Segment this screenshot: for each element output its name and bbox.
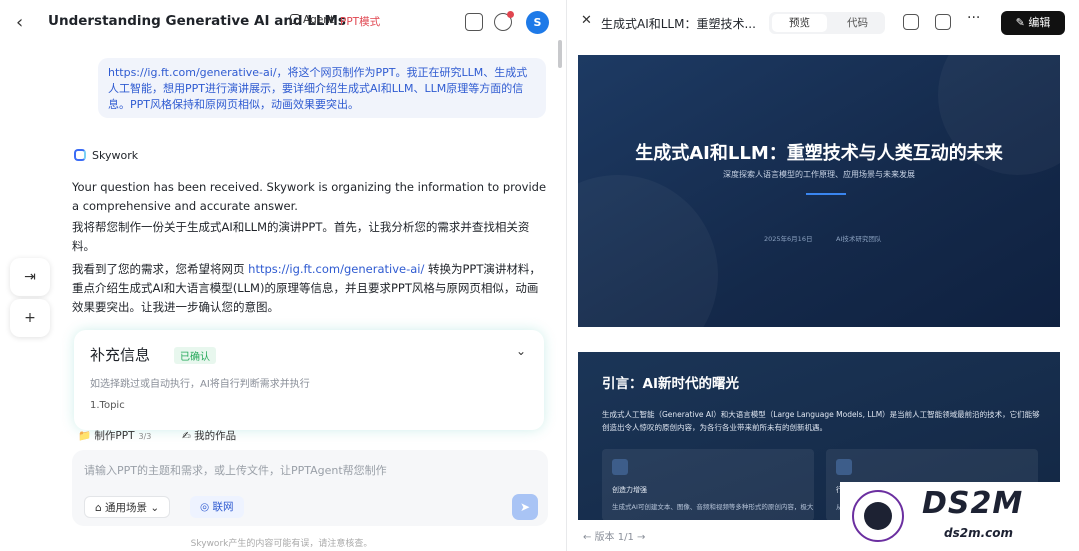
- topic-label: 1.Topic: [90, 400, 125, 411]
- sidebar-toggle-icon[interactable]: ⇥: [10, 258, 50, 296]
- scrollbar[interactable]: [558, 40, 562, 68]
- make-ppt-chip[interactable]: 📁 制作PPT 3/3: [72, 426, 157, 445]
- supplement-card: 补充信息 已确认 ⌄ 如选择跳过或自动执行，AI将自行判断需求并执行 1.Top…: [74, 330, 544, 430]
- make-ppt-count: 3/3: [138, 432, 152, 441]
- slide1-org: AI技术研究团队: [836, 235, 882, 243]
- ppt-mode-badge: PPT模式: [340, 16, 381, 28]
- close-icon[interactable]: ✕: [581, 13, 592, 28]
- decor-circle: [578, 175, 718, 327]
- preview-title: 生成式AI和LLM：重塑技术...: [601, 17, 756, 31]
- version-pager: ← 版本 1/1 →: [583, 532, 646, 543]
- prompt-input[interactable]: 请输入PPT的主题和需求，或上传文件，让PPTAgent帮您制作: [84, 462, 387, 478]
- scene-dropdown[interactable]: ⌂ 通用场景 ⌄: [84, 496, 171, 518]
- disclaimer: Skywork产生的内容可能有误，请注意核查。: [190, 539, 373, 549]
- slide2-title: 引言：AI新时代的曙光: [602, 376, 739, 392]
- slide-1[interactable]: 生成式AI和LLM：重塑技术与人类互动的未来 深度探索人语言模型的工作原理、应用…: [578, 55, 1060, 327]
- assistant-header: Skywork: [74, 149, 138, 162]
- web-search-toggle[interactable]: ◎ 联网: [190, 496, 244, 518]
- para3-text-pre: 我看到了您的需求，您希望将网页: [72, 262, 249, 276]
- card-desc: 生成式AI可创建文本、图像、音频和视频等多种形式的原创内容，极大: [612, 503, 814, 511]
- notification-dot: [507, 11, 514, 18]
- supplement-title: 补充信息: [90, 346, 151, 364]
- back-arrow-icon[interactable]: ‹: [16, 13, 36, 33]
- assistant-name: Skywork: [92, 149, 139, 162]
- status-badge: 已确认: [174, 347, 216, 364]
- agent-label: Agent: [303, 14, 335, 26]
- assistant-paragraph-1: Your question has been received. Skywork…: [72, 180, 547, 213]
- edit-label: 编辑: [1028, 16, 1051, 29]
- source-link[interactable]: https://ig.ft.com/generative-ai/: [248, 262, 424, 276]
- edit-button[interactable]: ✎ 编辑: [1001, 11, 1065, 35]
- chevron-down-icon[interactable]: ⌄: [516, 344, 526, 358]
- feature-card: 创造力增强 生成式AI可创建文本、图像、音频和视频等多种形式的原创内容，极大: [602, 449, 814, 520]
- tab-code[interactable]: 代码: [847, 15, 868, 30]
- assistant-paragraph-3: 我看到了您的需求，您希望将网页 https://ig.ft.com/genera…: [72, 260, 548, 317]
- chat-panel: ‹ Understanding Generative AI and LLMs A…: [0, 0, 563, 551]
- make-ppt-label: 制作PPT: [94, 430, 135, 442]
- watermark-logo: DS2M ds2m.com: [840, 482, 1079, 551]
- view-toggle: 预览 代码: [769, 12, 885, 34]
- card-title: 创造力增强: [612, 486, 647, 494]
- assistant-paragraph-2: 我将帮您制作一份关于生成式AI和LLM的演讲PPT。首先，让我分析您的需求并查找…: [72, 220, 530, 253]
- version-label: 版本 1/1: [594, 532, 634, 543]
- my-works-label: 我的作品: [194, 430, 237, 442]
- new-chat-icon[interactable]: +: [10, 299, 50, 337]
- prompt-input-box: 请输入PPT的主题和需求，或上传文件，让PPTAgent帮您制作 ⌂ 通用场景 …: [72, 450, 548, 526]
- app-window: ‹ Understanding Generative AI and LLMs A…: [0, 0, 1079, 551]
- agent-icon: [290, 14, 300, 24]
- slide2-body: 生成式人工智能（Generative AI）和大语言模型（Large Langu…: [602, 410, 1040, 432]
- agent-badge: Agent: [290, 14, 334, 26]
- watermark-url: ds2m.com: [944, 526, 1014, 540]
- my-works-chip[interactable]: ✍ 我的作品: [176, 426, 242, 445]
- slide1-date: 2025年6月16日: [764, 235, 813, 243]
- tab-preview[interactable]: 预览: [772, 14, 827, 32]
- slide1-divider: [806, 193, 846, 195]
- slide1-title: 生成式AI和LLM：重塑技术与人类互动的未来: [635, 143, 1003, 164]
- send-icon[interactable]: ➤: [512, 494, 538, 520]
- more-icon[interactable]: ···: [967, 10, 980, 26]
- watermark-text: DS2M: [922, 486, 1024, 521]
- preview-header: ✕ 生成式AI和LLM：重塑技术... 预览 代码 ··· ✎ 编辑: [567, 0, 1079, 46]
- user-message: https://ig.ft.com/generative-ai/，将这个网页制作…: [98, 58, 546, 118]
- folder-icon: [836, 459, 852, 475]
- brush-icon: [612, 459, 628, 475]
- watermark-play-icon: [864, 502, 892, 530]
- slide1-subtitle: 深度探索人语言模型的工作原理、应用场景与未来发展: [723, 170, 915, 179]
- share-icon[interactable]: [465, 13, 483, 31]
- supplement-hint: 如选择跳过或自动执行，AI将自行判断需求并执行: [90, 379, 310, 390]
- web-label: 联网: [212, 501, 234, 513]
- preview-panel: ✕ 生成式AI和LLM：重塑技术... 预览 代码 ··· ✎ 编辑 生成式AI…: [566, 0, 1079, 551]
- avatar[interactable]: S: [526, 11, 549, 34]
- scene-label: 通用场景: [105, 502, 148, 514]
- chat-header: ‹ Understanding Generative AI and LLMs A…: [0, 0, 563, 46]
- download-icon[interactable]: [903, 14, 919, 30]
- share-icon[interactable]: [935, 14, 951, 30]
- skywork-logo-icon: [74, 149, 86, 161]
